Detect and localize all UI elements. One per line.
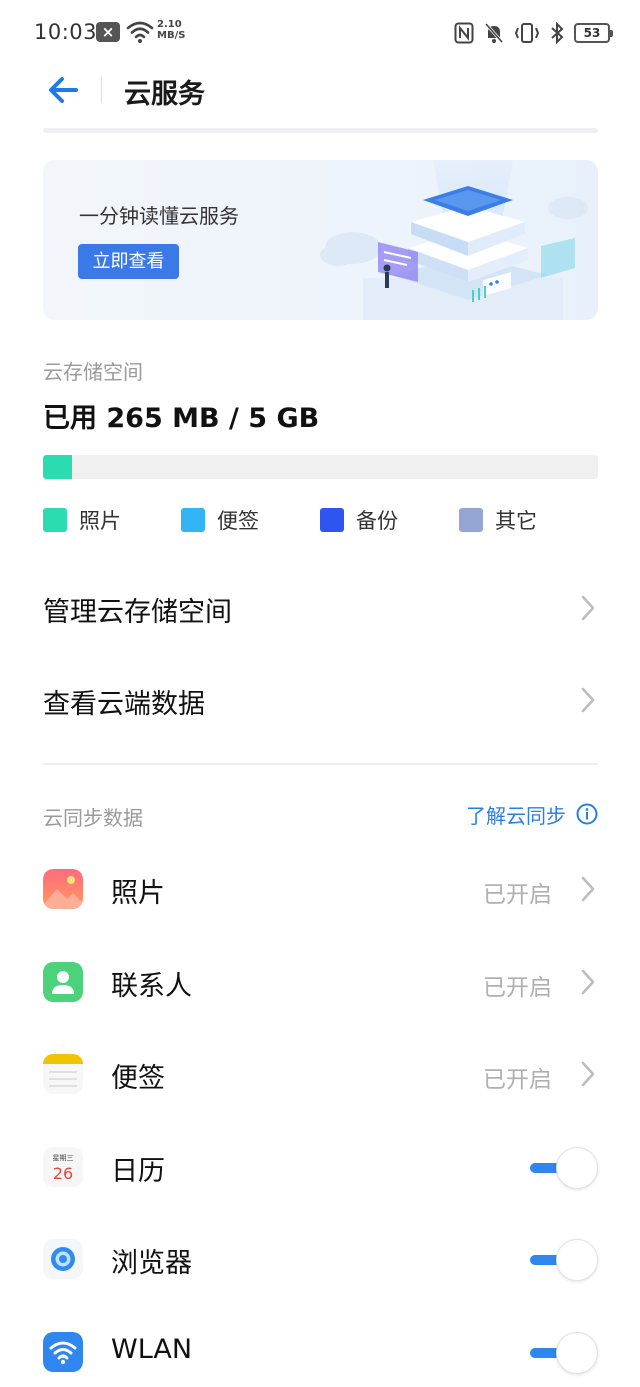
calendar-weekday: 星期三 bbox=[53, 1154, 74, 1162]
legend-label: 其它 bbox=[495, 509, 537, 533]
status-time: 10:03 bbox=[34, 20, 98, 44]
chevron-right-icon bbox=[581, 876, 595, 902]
storage-usage-fill bbox=[43, 455, 73, 479]
battery-icon: 53 bbox=[574, 23, 613, 43]
sync-item-name: 联系人 bbox=[111, 971, 192, 1002]
vibrate-icon bbox=[514, 23, 540, 43]
calendar-sync-toggle[interactable] bbox=[528, 1147, 598, 1189]
sync-row-contacts[interactable]: 联系人 已开启 bbox=[43, 950, 598, 1014]
sync-row-photos[interactable]: 照片 已开启 bbox=[43, 857, 598, 921]
storage-usage-bar bbox=[43, 455, 598, 479]
sync-item-name: 浏览器 bbox=[111, 1248, 192, 1279]
sync-row-notes[interactable]: 便签 已开启 bbox=[43, 1042, 598, 1106]
banner-title: 一分钟读懂云服务 bbox=[79, 204, 239, 228]
chevron-right-icon bbox=[581, 595, 595, 621]
sync-status: 已开启 bbox=[483, 975, 552, 1001]
toggle-knob bbox=[556, 1147, 598, 1189]
legend-swatch bbox=[43, 508, 67, 532]
learn-sync-link-text: 了解云同步 bbox=[466, 803, 566, 828]
header-divider bbox=[101, 77, 102, 103]
sync-item-name: 便签 bbox=[111, 1063, 165, 1094]
legend-item-notes: 便签 bbox=[181, 505, 259, 535]
legend-label: 照片 bbox=[79, 509, 121, 533]
calendar-day: 26 bbox=[53, 1164, 73, 1183]
net-speed-unit: MB/S bbox=[157, 30, 186, 41]
header-divider-bar bbox=[43, 128, 598, 133]
legend-item-other: 其它 bbox=[459, 505, 537, 535]
sync-status: 已开启 bbox=[483, 1067, 552, 1093]
learn-sync-link[interactable]: 了解云同步 bbox=[466, 798, 598, 830]
page-title: 云服务 bbox=[124, 79, 205, 110]
toggle-knob bbox=[556, 1332, 598, 1374]
toggle-knob bbox=[556, 1239, 598, 1281]
sync-item-name: 照片 bbox=[111, 878, 165, 909]
status-bar: 10:03 × 2.10 MB/S 53 bbox=[0, 0, 640, 64]
back-arrow-icon[interactable] bbox=[44, 72, 84, 108]
legend-label: 便签 bbox=[217, 509, 259, 533]
chevron-right-icon bbox=[581, 969, 595, 995]
sync-row-browser: 浏览器 bbox=[43, 1227, 598, 1291]
sync-row-wlan: WLAN bbox=[43, 1320, 598, 1384]
storage-section-label: 云存储空间 bbox=[43, 360, 143, 384]
view-now-button[interactable]: 立即查看 bbox=[78, 244, 179, 279]
section-divider bbox=[43, 763, 598, 765]
browser-sync-toggle[interactable] bbox=[528, 1239, 598, 1281]
storage-used-text: 已用 265 MB / 5 GB bbox=[43, 403, 320, 434]
legend-item-backup: 备份 bbox=[320, 505, 398, 535]
wifi-icon bbox=[126, 21, 154, 43]
sync-status: 已开启 bbox=[483, 882, 552, 908]
bluetooth-icon bbox=[551, 22, 564, 44]
sync-item-name: WLAN bbox=[111, 1334, 193, 1365]
storage-legend: 照片 便签 备份 其它 bbox=[43, 505, 598, 533]
legend-swatch bbox=[181, 508, 205, 532]
legend-swatch bbox=[320, 508, 344, 532]
net-speed-value: 2.10 bbox=[157, 19, 182, 30]
sync-item-name: 日历 bbox=[111, 1156, 165, 1187]
nfc-icon bbox=[454, 22, 474, 44]
photos-app-icon bbox=[43, 869, 83, 909]
legend-label: 备份 bbox=[356, 509, 398, 533]
view-cloud-data-row[interactable]: 查看云端数据 bbox=[43, 670, 598, 730]
wlan-app-icon bbox=[43, 1332, 83, 1372]
status-right-icons: 53 bbox=[454, 20, 613, 46]
wlan-sync-toggle[interactable] bbox=[528, 1332, 598, 1374]
view-cloud-data-label: 查看云端数据 bbox=[43, 689, 205, 720]
legend-swatch bbox=[459, 508, 483, 532]
mute-bell-icon bbox=[484, 23, 504, 43]
manage-cloud-storage-label: 管理云存储空间 bbox=[43, 597, 232, 628]
cloud-server-illustration bbox=[320, 160, 588, 320]
network-speed: 2.10 MB/S bbox=[157, 19, 185, 41]
chevron-right-icon bbox=[581, 687, 595, 713]
info-icon bbox=[576, 803, 598, 825]
contacts-app-icon bbox=[43, 962, 83, 1002]
app-header: 云服务 bbox=[0, 60, 640, 120]
notification-icon: × bbox=[96, 22, 120, 42]
notes-app-icon bbox=[43, 1054, 83, 1094]
sync-row-calendar: 星期三 26 日历 bbox=[43, 1135, 598, 1199]
legend-item-photos: 照片 bbox=[43, 505, 121, 535]
manage-cloud-storage-row[interactable]: 管理云存储空间 bbox=[43, 578, 598, 638]
sync-section-label: 云同步数据 bbox=[43, 806, 143, 830]
browser-app-icon bbox=[43, 1239, 83, 1279]
promo-banner[interactable]: 一分钟读懂云服务 立即查看 bbox=[43, 160, 598, 320]
calendar-app-icon: 星期三 26 bbox=[43, 1147, 83, 1187]
chevron-right-icon bbox=[581, 1061, 595, 1087]
